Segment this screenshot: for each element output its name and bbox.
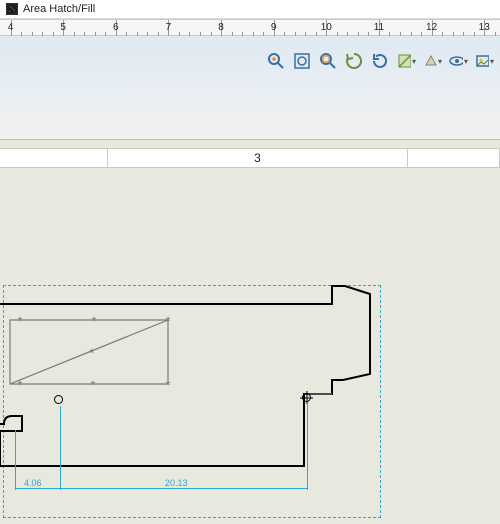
drawing-sheet[interactable]: * * * * * * * 4.06 20.13 (0, 168, 500, 524)
dropdown-caret-icon[interactable]: ▾ (438, 57, 442, 66)
view-toolbar: ▾ ▾ ▾ ▾ (260, 48, 500, 74)
display-style-icon[interactable]: ▾ (422, 51, 442, 71)
sheet-tab-prev[interactable] (0, 149, 108, 167)
previous-view-icon[interactable] (344, 51, 364, 71)
dimension-label: 20.13 (165, 478, 188, 488)
svg-text:*: * (165, 377, 170, 392)
zoom-area-icon[interactable] (266, 51, 286, 71)
sheet-tab-next[interactable] (408, 149, 500, 167)
rotate-view-icon[interactable] (370, 51, 390, 71)
dim-ext-line (307, 404, 308, 490)
sheet-tab-row: 3 (0, 148, 500, 168)
svg-text:*: * (90, 377, 95, 392)
dropdown-caret-icon[interactable]: ▾ (464, 57, 468, 66)
document-title-bar: Area Hatch/Fill (0, 0, 500, 19)
dropdown-caret-icon[interactable]: ▾ (490, 57, 494, 66)
dropdown-caret-icon[interactable]: ▾ (412, 57, 416, 66)
dim-ext-line (15, 430, 16, 490)
dimension-line (15, 488, 60, 489)
horizontal-ruler: 45678910111213 (0, 19, 500, 36)
hole-left (54, 395, 63, 404)
svg-text:*: * (165, 313, 170, 328)
svg-text:*: * (91, 313, 96, 328)
apply-scene-icon[interactable]: ▾ (474, 51, 494, 71)
svg-text:*: * (17, 377, 22, 392)
zoom-selection-icon[interactable] (318, 51, 338, 71)
document-title: Area Hatch/Fill (23, 3, 95, 15)
sheet-tab-label: 3 (254, 149, 261, 167)
svg-text:*: * (17, 313, 22, 328)
sheet-tab-current[interactable]: 3 (108, 149, 408, 167)
svg-text:*: * (89, 345, 94, 360)
hatch-swatch (6, 3, 18, 15)
hide-show-icon[interactable]: ▾ (448, 51, 468, 71)
dimension-label: 4.06 (24, 478, 42, 488)
hole-right (302, 393, 311, 402)
dimension-line (60, 488, 307, 489)
section-view-icon[interactable]: ▾ (396, 51, 416, 71)
zoom-fit-icon[interactable] (292, 51, 312, 71)
dim-ext-line (60, 406, 61, 490)
